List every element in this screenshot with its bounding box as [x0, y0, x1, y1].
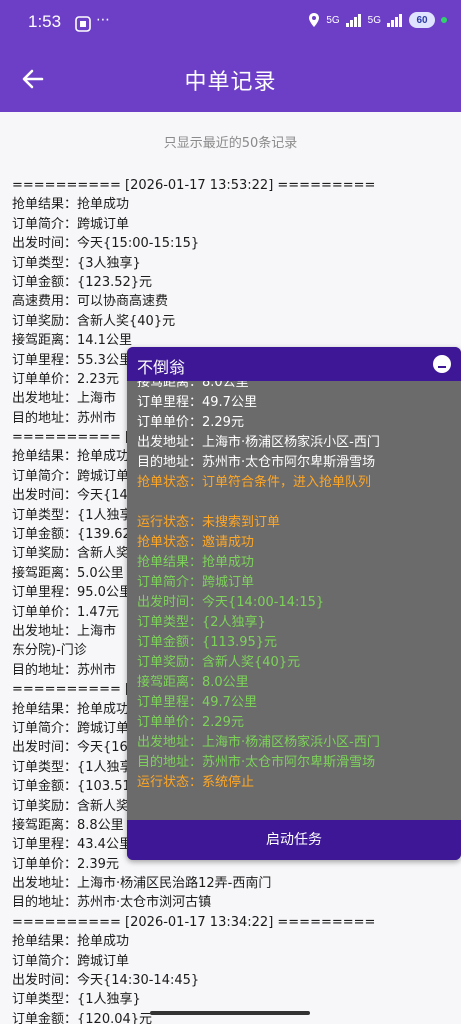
log-line: 订单简介：跨城订单	[12, 953, 130, 969]
floating-log-line: 出发地址：上海市·杨浦区杨家浜小区-西门	[137, 735, 380, 750]
floating-log-line: 订单简介：跨城订单	[137, 575, 255, 590]
log-line: 高速费用：可以协商高速费	[12, 294, 169, 310]
floating-log-line: 目的地址：苏州市·太仓市阿尔卑斯滑雪场	[137, 455, 376, 470]
floating-log-line: 订单单价：2.29元	[137, 415, 244, 430]
floating-log-line: 订单单价：2.29元	[137, 715, 244, 730]
floating-log-line: 订单里程：49.7公里	[137, 695, 257, 710]
log-line: 出发时间：今天{15:00-15:15}	[12, 236, 200, 252]
log-line: 抢单结果：抢单成功	[12, 934, 130, 950]
floating-log-line: 目的地址：苏州市·太仓市阿尔卑斯滑雪场	[137, 755, 376, 770]
floating-log-line: 接驾距离：8.0公里	[137, 675, 249, 690]
floating-log-line: 订单奖励：含新人奖{40}元	[137, 655, 301, 670]
page-title: 中单记录	[184, 70, 277, 95]
log-line: 出发地址：上海市·杨浦区民治路12弄-西南门	[12, 876, 272, 892]
status-time: 1:53	[28, 12, 62, 31]
floating-log-line: 抢单状态：订单符合条件，进入抢单队列	[137, 475, 372, 490]
floating-log-line: 运行状态：未搜索到订单	[137, 515, 281, 530]
minimize-icon[interactable]	[433, 355, 451, 373]
network-5g-label: 5G	[326, 14, 340, 26]
floating-log-line: 出发地址：上海市·杨浦区杨家浜小区-西门	[137, 435, 380, 450]
signal-icon-2	[387, 14, 402, 27]
hint-text: 只显示最近的50条记录	[163, 136, 298, 151]
privacy-dot-icon	[441, 17, 447, 23]
floating-log-line: 接驾距离：8.0公里	[137, 381, 249, 390]
floating-log-line: 订单金额：{113.95}元	[137, 635, 278, 650]
floating-log-line: 运行状态：系统停止	[137, 775, 255, 790]
floating-log-line: 出发时间：今天{14:00-14:15}	[137, 595, 325, 610]
home-indicator[interactable]	[150, 1011, 310, 1015]
floating-log-line: 抢单结果：抢单成功	[137, 555, 255, 570]
floating-log-line: 订单里程：49.7公里	[137, 395, 257, 410]
app-bar: 中单记录	[0, 46, 461, 112]
floating-log[interactable]: 接驾距离：8.0公里 订单里程：49.7公里 订单单价：2.29元 出发地址：上海市·…	[137, 381, 457, 821]
log-line: ========== [2026-01-17 13:34:22] =======…	[12, 914, 376, 930]
log-line: 抢单结果：抢单成功	[12, 197, 130, 213]
log-line: 订单金额：{123.52}元	[12, 274, 153, 290]
log-line: 订单类型：{1人独享}	[12, 992, 141, 1008]
log-line: ========== [2026-01-17 13:53:22] =======…	[12, 178, 376, 193]
battery-icon: 60	[409, 12, 435, 28]
status-bar: 1:53 ⋯ 5G 5G 60	[0, 0, 461, 46]
location-icon	[309, 13, 320, 27]
floating-window-title: 不倒翁	[137, 358, 186, 377]
more-notifications-icon: ⋯	[96, 12, 111, 28]
start-task-button[interactable]: 启动任务	[127, 820, 461, 860]
app-notification-icon	[75, 16, 91, 32]
floating-log-line	[137, 493, 457, 513]
signal-icon	[345, 14, 361, 27]
log-line: 出发时间：今天{14:30-14:45}	[12, 973, 200, 989]
log-line: 订单简介：跨城订单	[12, 216, 130, 232]
floating-log-line: 抢单状态：邀请成功	[137, 535, 255, 550]
log-line: 订单奖励：含新人奖{40}元	[12, 313, 176, 329]
floating-window-header[interactable]: 不倒翁	[127, 347, 461, 381]
floating-log-line: 订单类型：{2人独享}	[137, 615, 266, 630]
status-right: 5G 5G 60	[308, 12, 447, 28]
log-line: 目的地址：苏州市·太仓市浏河古镇	[12, 895, 212, 911]
network-5g-label-2: 5G	[367, 14, 381, 26]
floating-window[interactable]: 不倒翁 接驾距离：8.0公里 订单里程：49.7公里 订单单价：2.29元 出发地址：…	[127, 347, 461, 860]
log-line: 订单类型：{3人独享}	[12, 255, 141, 271]
